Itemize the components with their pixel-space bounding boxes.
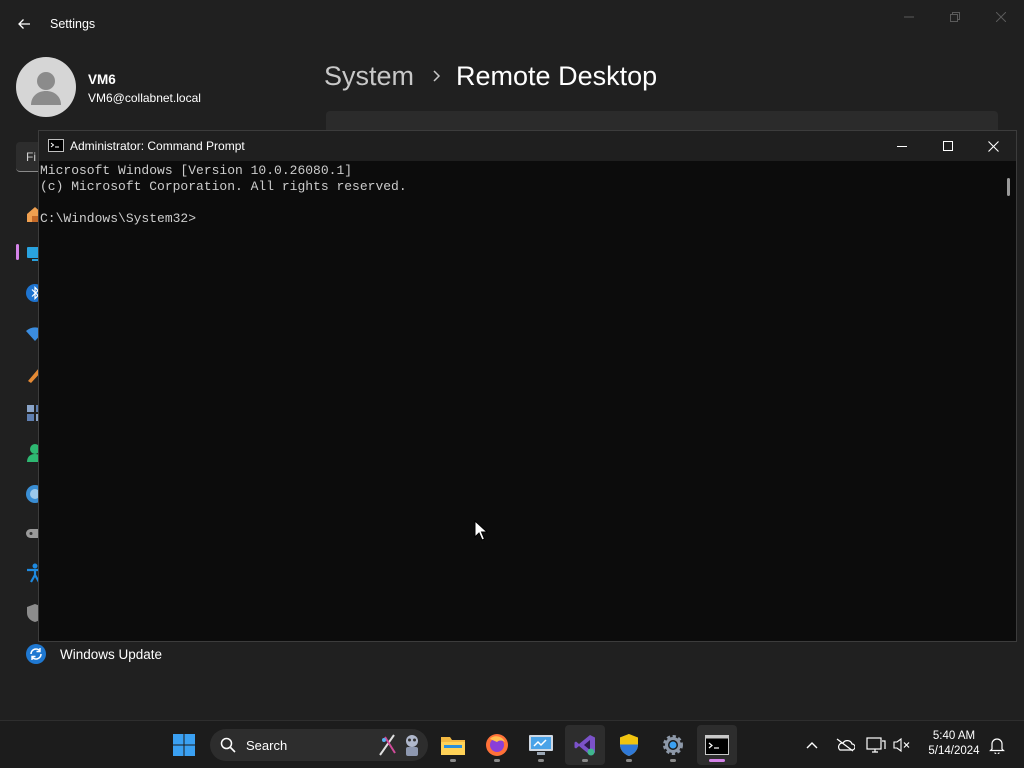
search-icon [220,737,236,753]
maximize-icon [943,141,953,151]
scrollbar-thumb[interactable] [1007,178,1010,196]
console-line: Microsoft Windows [Version 10.0.26080.1] [40,163,353,178]
nav-selection-indicator [16,244,19,260]
running-indicator [582,759,588,762]
taskbar-firefox[interactable] [477,725,517,765]
settings-gear-icon [663,735,683,755]
start-button[interactable] [164,725,204,765]
command-prompt-icon [705,735,729,755]
firefox-icon [486,734,508,756]
command-prompt-title: Administrator: Command Prompt [70,139,245,153]
avatar[interactable] [16,57,76,117]
settings-close-button[interactable] [986,6,1016,28]
onedrive-icon [836,738,855,752]
taskbar-command-prompt[interactable] [697,725,737,765]
running-indicator [670,759,676,762]
running-indicator [450,759,456,762]
notifications-icon [989,738,1005,754]
settings-minimize-button[interactable] [894,6,924,28]
settings-titlebar: Settings [0,0,1024,48]
breadcrumb-parent[interactable]: System [324,61,414,92]
close-icon [996,12,1006,22]
onedrive-tray-button[interactable] [833,733,857,757]
user-name: VM6 [88,72,116,87]
taskbar-visual-studio[interactable] [565,725,605,765]
minimize-icon [904,16,914,18]
chevron-right-icon [432,70,442,82]
active-indicator [709,759,725,762]
console-output[interactable]: Microsoft Windows [Version 10.0.26080.1]… [39,161,1001,641]
taskbar-file-explorer[interactable] [433,725,473,765]
running-indicator [538,759,544,762]
user-silhouette-icon [31,72,61,105]
security-shield-icon [620,734,638,756]
settings-window-title: Settings [50,17,96,31]
sidebar-item-windows-update[interactable]: Windows Update [16,638,316,670]
remote-desktop-connection-icon [529,735,553,755]
console-line: (c) Microsoft Corporation. All rights re… [40,179,407,194]
taskbar-settings[interactable] [653,725,693,765]
taskbar: Search 5:40 AM 5/14/2024 [0,720,1024,768]
cmd-maximize-button[interactable] [925,131,971,161]
visual-studio-icon [574,735,595,756]
minimize-icon [897,146,907,147]
start-icon [173,734,195,756]
back-button[interactable] [12,12,36,36]
search-highlight-icon [376,731,428,759]
clock[interactable]: 5:40 AM 5/14/2024 [920,729,988,759]
clock-time: 5:40 AM [932,730,976,742]
file-explorer-icon [441,737,465,755]
cmd-minimize-button[interactable] [879,131,925,161]
clock-date: 5/14/2024 [928,745,980,757]
command-prompt-window[interactable]: Administrator: Command Prompt Microsoft … [38,130,1017,642]
taskbar-security[interactable] [609,725,649,765]
volume-tray-button[interactable] [890,733,914,757]
taskbar-search-label: Search [246,738,288,753]
volume-muted-icon [893,737,910,753]
sidebar-item-label: Windows Update [60,647,163,662]
breadcrumb: System Remote Desktop [324,58,657,94]
taskbar-remote-desktop-connection[interactable] [521,725,561,765]
search-placeholder: Fi [26,150,36,164]
user-email: VM6@collabnet.local [88,91,201,105]
close-icon [987,140,999,152]
taskbar-search[interactable]: Search [210,729,428,761]
console-scrollbar[interactable] [1001,161,1016,641]
console-prompt-line: C:\Windows\System32> [40,211,197,226]
cmd-close-button[interactable] [970,131,1016,161]
running-indicator [494,759,500,762]
show-hidden-icons-button[interactable] [800,733,824,757]
settings-restore-button[interactable] [940,6,970,28]
restore-icon [950,12,960,22]
mouse-cursor-icon [474,519,489,542]
command-prompt-icon [48,139,64,152]
network-icon [866,737,886,753]
windows-update-icon [25,643,47,665]
chevron-up-icon [806,742,818,749]
notifications-button[interactable] [985,733,1009,757]
running-indicator [626,759,632,762]
back-arrow-icon [18,19,30,29]
command-prompt-titlebar[interactable]: Administrator: Command Prompt [39,131,1016,161]
network-tray-button[interactable] [864,733,888,757]
page-title: Remote Desktop [456,60,658,91]
